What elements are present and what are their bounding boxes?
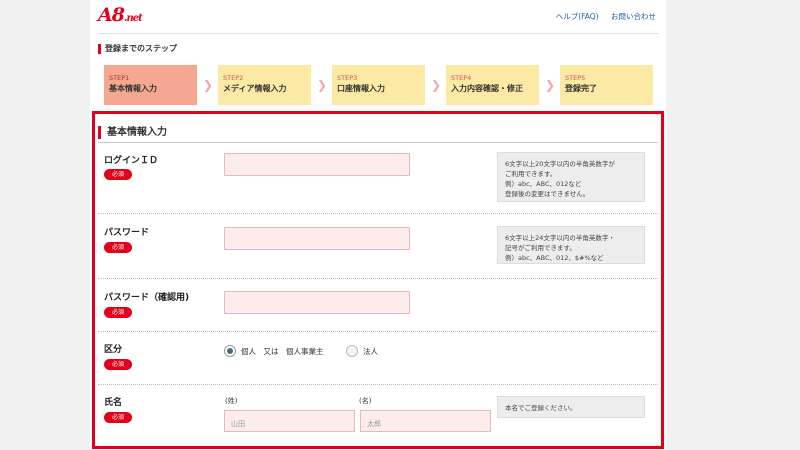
step-1: STEP1 基本情報入力 [104, 65, 197, 105]
registration-steps: STEP1 基本情報入力 ❯ STEP2 メディア情報入力 ❯ STEP3 口座… [104, 65, 653, 105]
login-id-row: ログインＩＤ 必須 6文字以上20文字以内の半角英数字が ご利用できます。 例）… [98, 143, 658, 214]
help-faq-link[interactable]: ヘルプ(FAQ) [556, 12, 599, 21]
help-text: 例）abc、ABC、012、$#%など [505, 254, 604, 262]
password-label: パスワード [104, 228, 150, 238]
category-option-corporate[interactable]: 法人 [346, 345, 396, 359]
password-help: 6文字以上24文字以内の半角英数字・ 記号がご利用できます。 例）abc、ABC… [497, 226, 645, 264]
required-badge: 必須 [104, 412, 132, 423]
radio-selected-icon[interactable] [224, 345, 236, 357]
header-links: ヘルプ(FAQ) お問い合わせ [546, 11, 656, 22]
steps-title: 登録までのステップ [98, 44, 177, 54]
help-text: ご利用できます。 [505, 170, 557, 178]
last-name-input[interactable]: 山田 [224, 410, 355, 432]
registration-page: A8.net ヘルプ(FAQ) お問い合わせ 登録までのステップ STEP1 基… [90, 0, 666, 450]
category-row: 区分 必須 個人 又は 個人事業主 法人 [98, 332, 658, 385]
help-text: 記号がご利用できます。 [505, 244, 576, 252]
login-id-input[interactable] [224, 153, 410, 176]
option-label: 法人 [363, 347, 378, 356]
help-text: 本名でご登録ください。 [505, 404, 577, 412]
chevron-right-icon: ❯ [317, 78, 328, 92]
login-id-help: 6文字以上20文字以内の半角英数字が ご利用できます。 例）abc、ABC、01… [497, 152, 645, 202]
password-confirm-label: パスワード（確認用) [104, 293, 190, 303]
chevron-right-icon: ❯ [545, 78, 556, 92]
password-input[interactable] [224, 227, 410, 250]
section-title: 基本情報入力 [98, 126, 167, 139]
step-5: STEP5 登録完了 [560, 65, 653, 105]
help-text: 6文字以上20文字以内の半角英数字が [505, 160, 615, 168]
option-label: 個人 又は 個人事業主 [241, 347, 324, 356]
help-text: 6文字以上24文字以内の半角英数字・ [505, 234, 615, 242]
header-divider [98, 33, 658, 34]
help-text: 登録後の変更はできません。 [505, 190, 590, 198]
first-name-label: (名) [359, 397, 372, 405]
contact-link[interactable]: お問い合わせ [611, 12, 656, 21]
first-name-input[interactable]: 太郎 [360, 410, 491, 432]
a8net-logo[interactable]: A8.net [98, 4, 143, 26]
step-number: STEP5 [565, 74, 586, 82]
required-badge: 必須 [104, 359, 132, 370]
category-label: 区分 [104, 345, 123, 355]
name-row: 氏名 必須 (姓) (名) 山田 太郎 本名でご登録ください。 [98, 385, 658, 445]
password-row: パスワード 必須 6文字以上24文字以内の半角英数字・ 記号がご利用できます。 … [98, 214, 658, 279]
step-number: STEP2 [223, 74, 244, 82]
step-2: STEP2 メディア情報入力 [218, 65, 311, 105]
required-badge: 必須 [104, 242, 132, 253]
step-label: 登録完了 [565, 84, 597, 93]
radio-unselected-icon[interactable] [346, 345, 358, 357]
chevron-right-icon: ❯ [431, 78, 442, 92]
required-badge: 必須 [104, 307, 132, 318]
help-text: 例）abc、ABC、012など [505, 180, 582, 188]
step-3: STEP3 口座情報入力 [332, 65, 425, 105]
chevron-right-icon: ❯ [203, 78, 214, 92]
step-label: メディア情報入力 [223, 84, 287, 93]
required-badge: 必須 [104, 169, 132, 180]
step-label: 入力内容確認・修正 [451, 84, 523, 93]
step-number: STEP3 [337, 74, 358, 82]
login-id-label: ログインＩＤ [104, 156, 159, 166]
step-number: STEP4 [451, 74, 472, 82]
step-4: STEP4 入力内容確認・修正 [446, 65, 539, 105]
step-label: 基本情報入力 [109, 84, 157, 93]
name-label: 氏名 [104, 398, 123, 408]
password-confirm-row: パスワード（確認用) 必須 [98, 279, 658, 332]
step-label: 口座情報入力 [337, 84, 385, 93]
step-number: STEP1 [109, 74, 130, 82]
last-name-label: (姓) [225, 397, 238, 405]
category-option-individual[interactable]: 個人 又は 個人事業主 [224, 345, 354, 359]
password-confirm-input[interactable] [224, 291, 410, 314]
name-help: 本名でご登録ください。 [497, 396, 645, 418]
